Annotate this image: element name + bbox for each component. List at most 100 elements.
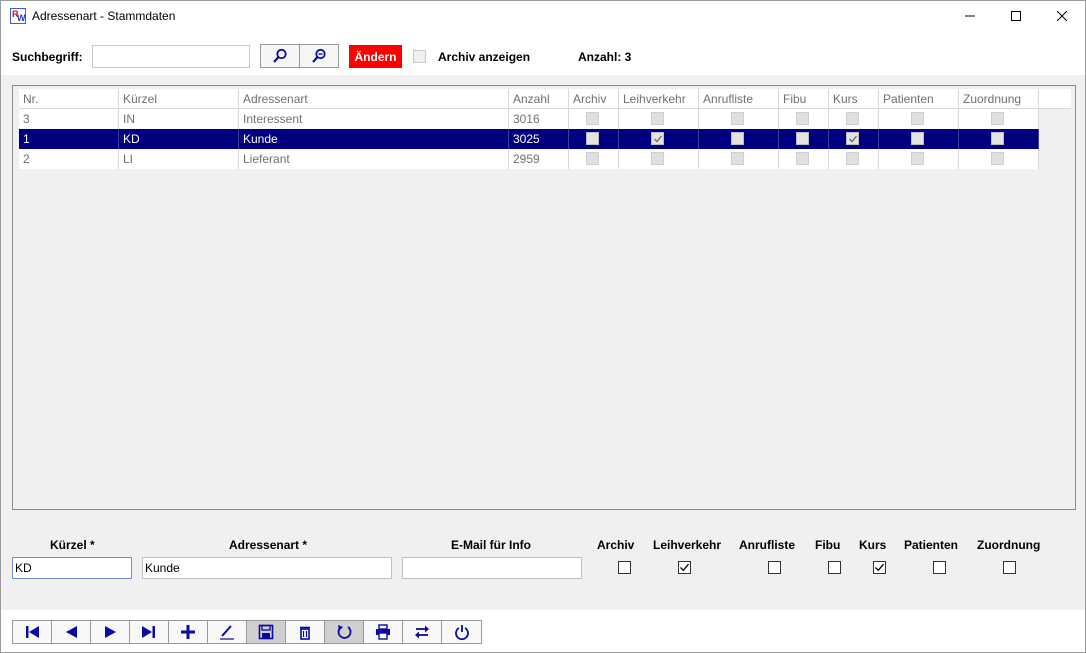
cell-anzahl[interactable]: 2959 bbox=[509, 149, 569, 169]
cell-zuordnung[interactable] bbox=[959, 129, 1039, 149]
kuerzel-field[interactable] bbox=[12, 557, 132, 579]
zuordnung-checkbox[interactable] bbox=[1003, 561, 1016, 574]
cell-leihverkehr[interactable] bbox=[619, 129, 699, 149]
column-header-patienten[interactable]: Patienten bbox=[879, 89, 959, 109]
archiv-checkbox[interactable] bbox=[618, 561, 631, 574]
cell-nr[interactable]: 2 bbox=[19, 149, 119, 169]
archiv-cell-checkbox[interactable] bbox=[586, 132, 599, 145]
anrufliste-cell-checkbox[interactable] bbox=[731, 152, 744, 165]
table-row[interactable]: 1 KD Kunde 3025 bbox=[19, 129, 1071, 149]
table-row[interactable]: 2 LI Lieferant 2959 bbox=[19, 149, 1071, 169]
patienten-cell-checkbox[interactable] bbox=[911, 152, 924, 165]
cell-anrufliste[interactable] bbox=[699, 109, 779, 129]
fibu-checkbox[interactable] bbox=[828, 561, 841, 574]
zuordnung-cell-checkbox[interactable] bbox=[991, 112, 1004, 125]
anrufliste-cell-checkbox[interactable] bbox=[731, 112, 744, 125]
kurs-cell-checkbox[interactable] bbox=[846, 132, 859, 145]
cell-kurs[interactable] bbox=[829, 109, 879, 129]
leihverkehr-cell-checkbox[interactable] bbox=[651, 112, 664, 125]
undo-button[interactable] bbox=[325, 621, 364, 643]
window-title: Adressenart - Stammdaten bbox=[32, 9, 176, 23]
anrufliste-checkbox[interactable] bbox=[768, 561, 781, 574]
column-header-zuordnung[interactable]: Zuordnung bbox=[959, 89, 1039, 109]
cell-fibu[interactable] bbox=[779, 109, 829, 129]
archiv-label: Archiv bbox=[597, 538, 635, 552]
cell-anzahl[interactable]: 3016 bbox=[509, 109, 569, 129]
cell-zuordnung[interactable] bbox=[959, 109, 1039, 129]
cell-archiv[interactable] bbox=[569, 149, 619, 169]
cell-archiv[interactable] bbox=[569, 129, 619, 149]
archiv-cell-checkbox[interactable] bbox=[586, 112, 599, 125]
cell-archiv[interactable] bbox=[569, 109, 619, 129]
zuordnung-cell-checkbox[interactable] bbox=[991, 152, 1004, 165]
cell-leihverkehr[interactable] bbox=[619, 109, 699, 129]
print-button[interactable] bbox=[364, 621, 403, 643]
fibu-cell-checkbox[interactable] bbox=[796, 132, 809, 145]
cell-patienten[interactable] bbox=[879, 149, 959, 169]
search-input[interactable] bbox=[92, 45, 250, 68]
cell-kurs[interactable] bbox=[829, 149, 879, 169]
column-header-fibu[interactable]: Fibu bbox=[779, 89, 829, 109]
save-button[interactable] bbox=[247, 621, 286, 643]
cell-adressenart[interactable]: Interessent bbox=[239, 109, 509, 129]
cell-fibu[interactable] bbox=[779, 149, 829, 169]
minimize-button[interactable] bbox=[947, 1, 993, 31]
column-header-nr[interactable]: Nr. bbox=[19, 89, 119, 109]
close-button[interactable] bbox=[1039, 1, 1085, 31]
column-header-leihverkehr[interactable]: Leihverkehr bbox=[619, 89, 699, 109]
table-row[interactable]: 3 IN Interessent 3016 bbox=[19, 109, 1071, 129]
column-header-anrufliste[interactable]: Anrufliste bbox=[699, 89, 779, 109]
column-header-anzahl[interactable]: Anzahl bbox=[509, 89, 569, 109]
search-clear-button[interactable] bbox=[299, 44, 339, 68]
cell-adressenart[interactable]: Lieferant bbox=[239, 149, 509, 169]
cell-kuerzel[interactable]: LI bbox=[119, 149, 239, 169]
adressenart-field[interactable] bbox=[142, 557, 392, 579]
previous-record-button[interactable] bbox=[52, 621, 91, 643]
cell-leihverkehr[interactable] bbox=[619, 149, 699, 169]
add-button[interactable] bbox=[169, 621, 208, 643]
cell-anrufliste[interactable] bbox=[699, 149, 779, 169]
patienten-checkbox[interactable] bbox=[933, 561, 946, 574]
cell-anrufliste[interactable] bbox=[699, 129, 779, 149]
cell-kurs[interactable] bbox=[829, 129, 879, 149]
cell-patienten[interactable] bbox=[879, 109, 959, 129]
leihverkehr-cell-checkbox[interactable] bbox=[651, 152, 664, 165]
search-button[interactable] bbox=[260, 44, 300, 68]
archiv-cell-checkbox[interactable] bbox=[586, 152, 599, 165]
fibu-cell-checkbox[interactable] bbox=[796, 112, 809, 125]
cell-nr[interactable]: 1 bbox=[19, 129, 119, 149]
archiv-anzeigen-checkbox[interactable] bbox=[413, 50, 426, 63]
swap-button[interactable] bbox=[403, 621, 442, 643]
cell-fibu[interactable] bbox=[779, 129, 829, 149]
kurs-cell-checkbox[interactable] bbox=[846, 152, 859, 165]
delete-button[interactable] bbox=[286, 621, 325, 643]
cell-anzahl[interactable]: 3025 bbox=[509, 129, 569, 149]
column-header-kuerzel[interactable]: Kürzel bbox=[119, 89, 239, 109]
cell-zuordnung[interactable] bbox=[959, 149, 1039, 169]
leihverkehr-checkbox[interactable] bbox=[678, 561, 691, 574]
column-header-adressenart[interactable]: Adressenart bbox=[239, 89, 509, 109]
maximize-button[interactable] bbox=[993, 1, 1039, 31]
aendern-button[interactable]: Ändern bbox=[349, 45, 402, 68]
kurs-checkbox[interactable] bbox=[873, 561, 886, 574]
anrufliste-cell-checkbox[interactable] bbox=[731, 132, 744, 145]
column-header-kurs[interactable]: Kurs bbox=[829, 89, 879, 109]
next-record-button[interactable] bbox=[91, 621, 130, 643]
cell-adressenart[interactable]: Kunde bbox=[239, 129, 509, 149]
kurs-cell-checkbox[interactable] bbox=[846, 112, 859, 125]
cell-patienten[interactable] bbox=[879, 129, 959, 149]
patienten-cell-checkbox[interactable] bbox=[911, 132, 924, 145]
cell-kuerzel[interactable]: KD bbox=[119, 129, 239, 149]
last-record-button[interactable] bbox=[130, 621, 169, 643]
cell-kuerzel[interactable]: IN bbox=[119, 109, 239, 129]
first-record-button[interactable] bbox=[13, 621, 52, 643]
power-button[interactable] bbox=[442, 621, 481, 643]
email-info-field[interactable] bbox=[402, 557, 582, 579]
patienten-cell-checkbox[interactable] bbox=[911, 112, 924, 125]
cell-nr[interactable]: 3 bbox=[19, 109, 119, 129]
edit-button[interactable] bbox=[208, 621, 247, 643]
fibu-cell-checkbox[interactable] bbox=[796, 152, 809, 165]
zuordnung-cell-checkbox[interactable] bbox=[991, 132, 1004, 145]
column-header-archiv[interactable]: Archiv bbox=[569, 89, 619, 109]
leihverkehr-cell-checkbox[interactable] bbox=[651, 132, 664, 145]
